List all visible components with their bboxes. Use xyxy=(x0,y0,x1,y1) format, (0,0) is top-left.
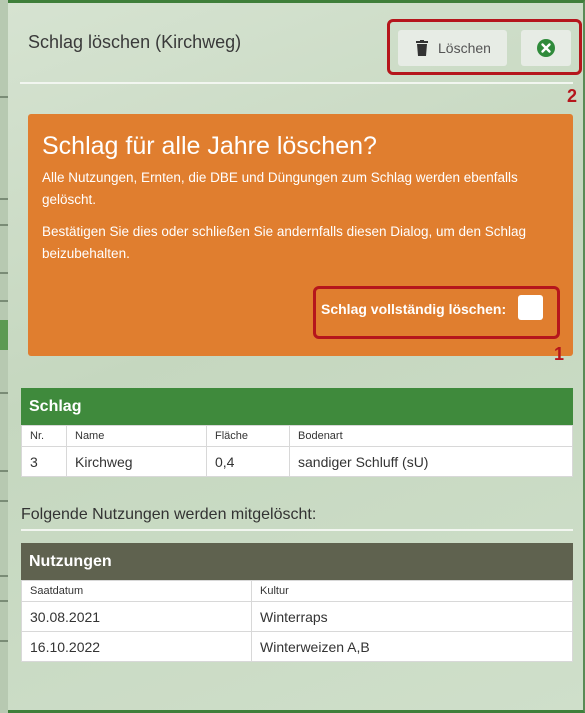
nutzungen-table: Saatdatum Kultur 30.08.2021 Winterraps 1… xyxy=(21,580,573,662)
warning-text-2: Bestätigen Sie dies oder schließen Sie a… xyxy=(42,224,527,261)
warning-heading: Schlag für alle Jahre löschen? xyxy=(42,132,377,160)
column-header: Saatdatum xyxy=(21,580,252,602)
schlag-panel: Schlag Nr. Name Fläche Bodenart 3 Kirchw… xyxy=(21,388,573,477)
table-cell: 16.10.2022 xyxy=(21,631,252,662)
schlag-table: Nr. Name Fläche Bodenart 3 Kirchweg 0,4 … xyxy=(21,425,573,477)
schlag-panel-header: Schlag xyxy=(21,388,573,425)
background-strip xyxy=(0,0,8,713)
nutzungen-panel: Nutzungen Saatdatum Kultur 30.08.2021 Wi… xyxy=(21,543,573,662)
column-header: Name xyxy=(66,425,207,447)
table-cell: sandiger Schluff (sU) xyxy=(289,446,573,477)
section-divider xyxy=(21,529,573,531)
column-header: Kultur xyxy=(251,580,573,602)
table-cell: 0,4 xyxy=(206,446,290,477)
table-row: 30.08.2021 Winterraps xyxy=(21,601,573,632)
column-header: Fläche xyxy=(206,425,290,447)
table-cell: Kirchweg xyxy=(66,446,207,477)
callout-frame-confirm xyxy=(313,286,560,339)
callout-frame-header-buttons xyxy=(387,19,582,75)
table-cell: Winterweizen A,B xyxy=(251,631,573,662)
table-header-row: Saatdatum Kultur xyxy=(21,580,573,602)
dialog-title: Schlag löschen (Kirchweg) xyxy=(28,32,242,52)
header-divider xyxy=(20,82,573,84)
table-row: 3 Kirchweg 0,4 sandiger Schluff (sU) xyxy=(21,446,573,477)
section-title: Folgende Nutzungen werden mitgelöscht: xyxy=(21,506,317,523)
callout-number-2: 2 xyxy=(567,86,578,106)
table-cell: 30.08.2021 xyxy=(21,601,252,632)
callout-number-1: 1 xyxy=(554,344,565,364)
column-header: Bodenart xyxy=(289,425,573,447)
table-cell: Winterraps xyxy=(251,601,573,632)
nutzungen-panel-header: Nutzungen xyxy=(21,543,573,580)
warning-text-1: Alle Nutzungen, Ernten, die DBE und Düng… xyxy=(42,170,518,207)
table-header-row: Nr. Name Fläche Bodenart xyxy=(21,425,573,447)
column-header: Nr. xyxy=(21,425,67,447)
table-cell: 3 xyxy=(21,446,67,477)
table-row: 16.10.2022 Winterweizen A,B xyxy=(21,631,573,662)
